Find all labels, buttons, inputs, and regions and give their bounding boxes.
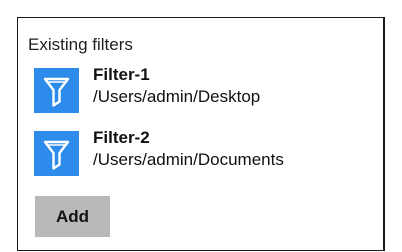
filter-path: /Users/admin/Desktop (93, 87, 261, 106)
filter-item[interactable]: Filter-1 /Users/admin/Desktop (34, 65, 364, 113)
filter-name: Filter-1 (93, 65, 150, 84)
clipped-heading-strip (0, 0, 402, 16)
filter-name: Filter-2 (93, 128, 150, 147)
funnel-icon (34, 131, 79, 176)
panel-title: Existing filters (28, 35, 133, 54)
existing-filters-panel: Existing filters Filter-1 /Users/admin/D… (17, 17, 385, 251)
filter-item[interactable]: Filter-2 /Users/admin/Documents (34, 128, 364, 176)
funnel-icon (34, 68, 79, 113)
add-button[interactable]: Add (35, 196, 110, 237)
filter-path: /Users/admin/Documents (93, 150, 284, 169)
